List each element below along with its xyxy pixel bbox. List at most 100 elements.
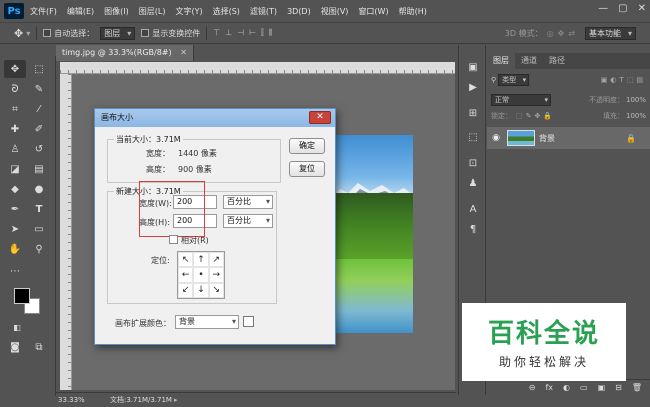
character-panel-icon[interactable]: A [464,201,482,217]
auto-select-checkbox[interactable] [43,29,52,37]
width-unit-dropdown[interactable]: 百分比 [223,195,273,209]
brush-tool-icon[interactable]: ✐ [28,120,50,138]
adjustments-panel-icon[interactable]: ⊞ [464,105,482,121]
lasso-tool-icon[interactable]: ᘐ [4,80,26,98]
ext-color-dropdown[interactable]: 背景 [175,315,239,329]
anchor-bottom[interactable]: ↓ [193,282,209,298]
close-icon[interactable]: ✕ [638,3,646,14]
crop-tool-icon[interactable]: ⌗ [4,100,26,118]
healing-brush-icon[interactable]: ✚ [4,120,26,138]
menu-file[interactable]: 文件(F) [30,6,57,17]
anchor-top-right[interactable]: ↗ [208,252,224,268]
pen-tool-icon[interactable]: ✒ [4,200,26,218]
fill-value[interactable]: 100% [626,112,646,120]
workspace-dropdown[interactable]: 基本功能 [585,26,636,40]
properties-panel-icon[interactable]: ⬚ [464,129,482,145]
status-menu-icon[interactable]: ▸ [174,393,178,407]
auto-select-dropdown[interactable]: 图层 [100,26,136,40]
adjustment-layer-icon[interactable]: ▭ [580,383,588,392]
zoom-tool-icon[interactable]: ⚲ [28,240,50,258]
anchor-center[interactable]: • [193,267,209,283]
document-tabs: timg.jpg @ 33.3%(RGB/8#) ✕ [56,45,456,61]
minimize-icon[interactable]: — [598,3,608,14]
menu-filter[interactable]: 滤镜(T) [250,6,277,17]
layer-name[interactable]: 背景 [539,133,555,144]
document-tab[interactable]: timg.jpg @ 33.3%(RGB/8#) ✕ [56,45,194,61]
move-tool-icon[interactable]: ✥ [14,27,23,40]
menu-select[interactable]: 选择(S) [213,6,240,17]
gradient-tool-icon[interactable]: ▤ [28,160,50,178]
show-transform-checkbox[interactable] [141,29,150,37]
filter-icons[interactable]: ▣◐T⬚▤ [601,76,646,84]
3d-mode-icons[interactable]: ◎✥⇄ [547,29,579,38]
anchor-bottom-left[interactable]: ↙ [178,282,194,298]
move-tool-icon[interactable]: ✥ [4,60,26,78]
menu-help[interactable]: 帮助(H) [399,6,427,17]
fx-icon[interactable]: fx [545,383,553,392]
dialog-close-button[interactable]: ✕ [309,111,331,124]
tab-channels[interactable]: 通道 [515,53,543,69]
menu-3d[interactable]: 3D(D) [287,7,311,16]
blur-tool-icon[interactable]: ◆ [4,180,26,198]
path-select-icon[interactable]: ➤ [4,220,26,238]
actions-panel-icon[interactable]: ▶ [464,79,482,95]
tab-layers[interactable]: 图层 [487,53,515,69]
marquee-tool-icon[interactable]: ⬚ [28,60,50,78]
type-tool-icon[interactable]: T [28,200,50,218]
align-icons[interactable]: ⊤⊥⊣⊢⫿⫼ [213,28,277,38]
menu-edit[interactable]: 编辑(E) [67,6,94,17]
screen-mode-icon[interactable]: ⧉ [28,338,50,356]
quick-mask-icon[interactable]: ◙ [4,338,26,356]
current-width-value: 1440 像素 [178,149,217,158]
clone-stamp-icon[interactable]: ♙ [4,140,26,158]
quick-select-tool-icon[interactable]: ✎ [28,80,50,98]
history-brush-icon[interactable]: ↺ [28,140,50,158]
height-unit-dropdown[interactable]: 百分比 [223,214,273,228]
menu-view[interactable]: 视图(V) [321,6,349,17]
close-icon[interactable]: ✕ [180,48,187,57]
document-image[interactable] [330,135,413,333]
ext-color-swatch[interactable] [243,316,254,327]
opacity-value[interactable]: 100% [626,96,646,104]
blend-mode-dropdown[interactable]: 正常 [491,94,551,106]
hand-tool-icon[interactable]: ✋ [4,240,26,258]
reset-button[interactable]: 复位 [289,161,325,177]
layer-mask-icon[interactable]: ◐ [563,383,570,392]
lock-icons[interactable]: ⬚✎✥🔒 [516,112,555,120]
history-panel-icon[interactable]: ▣ [464,59,482,75]
zoom-level[interactable]: 33.33% [58,393,85,407]
ok-button[interactable]: 确定 [289,138,325,154]
eraser-tool-icon[interactable]: ◪ [4,160,26,178]
divider [206,26,208,40]
anchor-left[interactable]: ← [178,267,194,283]
new-layer-icon[interactable]: ⊟ [615,383,622,392]
rectangle-tool-icon[interactable]: ▭ [28,220,50,238]
eye-icon[interactable]: ◉ [487,133,505,143]
menu-type[interactable]: 文字(Y) [175,6,202,17]
more-tools-icon[interactable]: ⋯ [4,262,26,280]
eyedropper-tool-icon[interactable]: ⁄ [28,100,50,118]
layer-row[interactable]: ◉ 背景 🔒 [487,127,650,149]
maximize-icon[interactable]: ▢ [618,3,627,14]
menu-image[interactable]: 图像(I) [104,6,129,17]
anchor-top-left[interactable]: ↖ [178,252,194,268]
paragraph-panel-icon[interactable]: ¶ [464,221,482,237]
anchor-top[interactable]: ↑ [193,252,209,268]
relative-checkbox[interactable] [169,235,178,244]
group-icon[interactable]: ▣ [598,383,606,392]
default-colors-icon[interactable]: ◧ [6,318,28,336]
menu-layer[interactable]: 图层(L) [139,6,166,17]
clone-source-icon[interactable]: ♟ [464,175,482,191]
chevron-down-icon[interactable]: ▾ [26,29,30,38]
link-layers-icon[interactable]: ⊖ [529,383,536,392]
kind-filter-dropdown[interactable]: 类型 [498,74,530,86]
tab-paths[interactable]: 路径 [543,53,571,69]
foreground-color-swatch[interactable] [14,288,30,304]
anchor-right[interactable]: → [208,267,224,283]
trash-icon[interactable]: 🗑 [632,383,642,392]
dialog-titlebar[interactable]: 画布大小 ✕ [95,109,335,127]
anchor-bottom-right[interactable]: ↘ [208,282,224,298]
dodge-tool-icon[interactable]: ● [28,180,50,198]
brush-panel-icon[interactable]: ⊡ [464,155,482,171]
menu-window[interactable]: 窗口(W) [358,6,388,17]
